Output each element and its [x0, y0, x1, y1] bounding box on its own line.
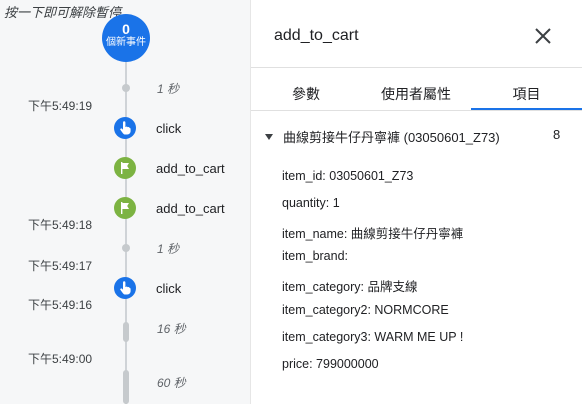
- timestamp: 下午5:49:18: [28, 218, 93, 232]
- timestamp: 下午5:49:00: [28, 352, 93, 366]
- timeline-gap-bar: [123, 322, 129, 342]
- event-label[interactable]: click: [156, 121, 181, 136]
- item-header-label: 曲線剪接牛仔丹寧褲 (03050601_Z73): [283, 130, 500, 145]
- item-param: item_id: 03050601_Z73: [282, 169, 414, 183]
- close-icon[interactable]: [531, 24, 555, 48]
- gap-label: 1 秒: [157, 82, 180, 96]
- new-events-label: 個新事件: [106, 37, 146, 48]
- timeline-gap-bar: [123, 370, 129, 404]
- new-events-counter[interactable]: 0 個新事件: [102, 14, 150, 62]
- event-label[interactable]: add_to_cart: [156, 201, 225, 216]
- timestamp: 下午5:49:16: [28, 298, 93, 312]
- flag-event-icon[interactable]: [114, 157, 136, 179]
- item-param: item_category: 品牌支線: [282, 280, 418, 294]
- item-param: item_category3: WARM ME UP !: [282, 330, 464, 344]
- event-detail-panel: add_to_cart 參數 使用者屬性 項目 曲線剪接牛仔丹寧褲 (03050…: [251, 0, 582, 404]
- divider: [251, 67, 582, 68]
- divider: [251, 110, 582, 111]
- event-title: add_to_cart: [274, 27, 359, 44]
- item-param: item_brand:: [282, 249, 349, 263]
- pause-hint[interactable]: 按一下即可解除暫停: [4, 2, 121, 21]
- click-event-icon[interactable]: [114, 277, 136, 299]
- timeline-dot: [122, 244, 130, 252]
- timestamp: 下午5:49:19: [28, 99, 93, 113]
- timestamp: 下午5:49:17: [28, 259, 93, 273]
- item-header[interactable]: 曲線剪接牛仔丹寧褲 (03050601_Z73): [265, 127, 500, 146]
- tab-items[interactable]: 項目: [471, 84, 582, 104]
- timeline-line: [125, 60, 127, 404]
- gap-label: 16 秒: [157, 322, 186, 336]
- timeline-panel: 按一下即可解除暫停 0 個新事件 1 秒 下午5:49:19 click add…: [0, 0, 251, 404]
- tab-user-properties[interactable]: 使用者屬性: [361, 84, 471, 104]
- event-label[interactable]: click: [156, 281, 181, 296]
- item-param: quantity: 1: [282, 196, 340, 210]
- tab-parameters[interactable]: 參數: [251, 84, 361, 104]
- click-event-icon[interactable]: [114, 117, 136, 139]
- gap-label: 60 秒: [157, 376, 186, 390]
- gap-label: 1 秒: [157, 242, 180, 256]
- flag-event-icon[interactable]: [114, 197, 136, 219]
- timeline-dot: [122, 84, 130, 92]
- item-param: price: 799000000: [282, 357, 379, 371]
- item-param: item_category2: NORMCORE: [282, 303, 449, 317]
- event-label[interactable]: add_to_cart: [156, 161, 225, 176]
- item-param: item_name: 曲線剪接牛仔丹寧褲: [282, 227, 464, 241]
- item-param-count: 8: [553, 127, 561, 142]
- new-events-count: 0: [122, 21, 130, 37]
- expand-triangle-icon: [265, 133, 273, 140]
